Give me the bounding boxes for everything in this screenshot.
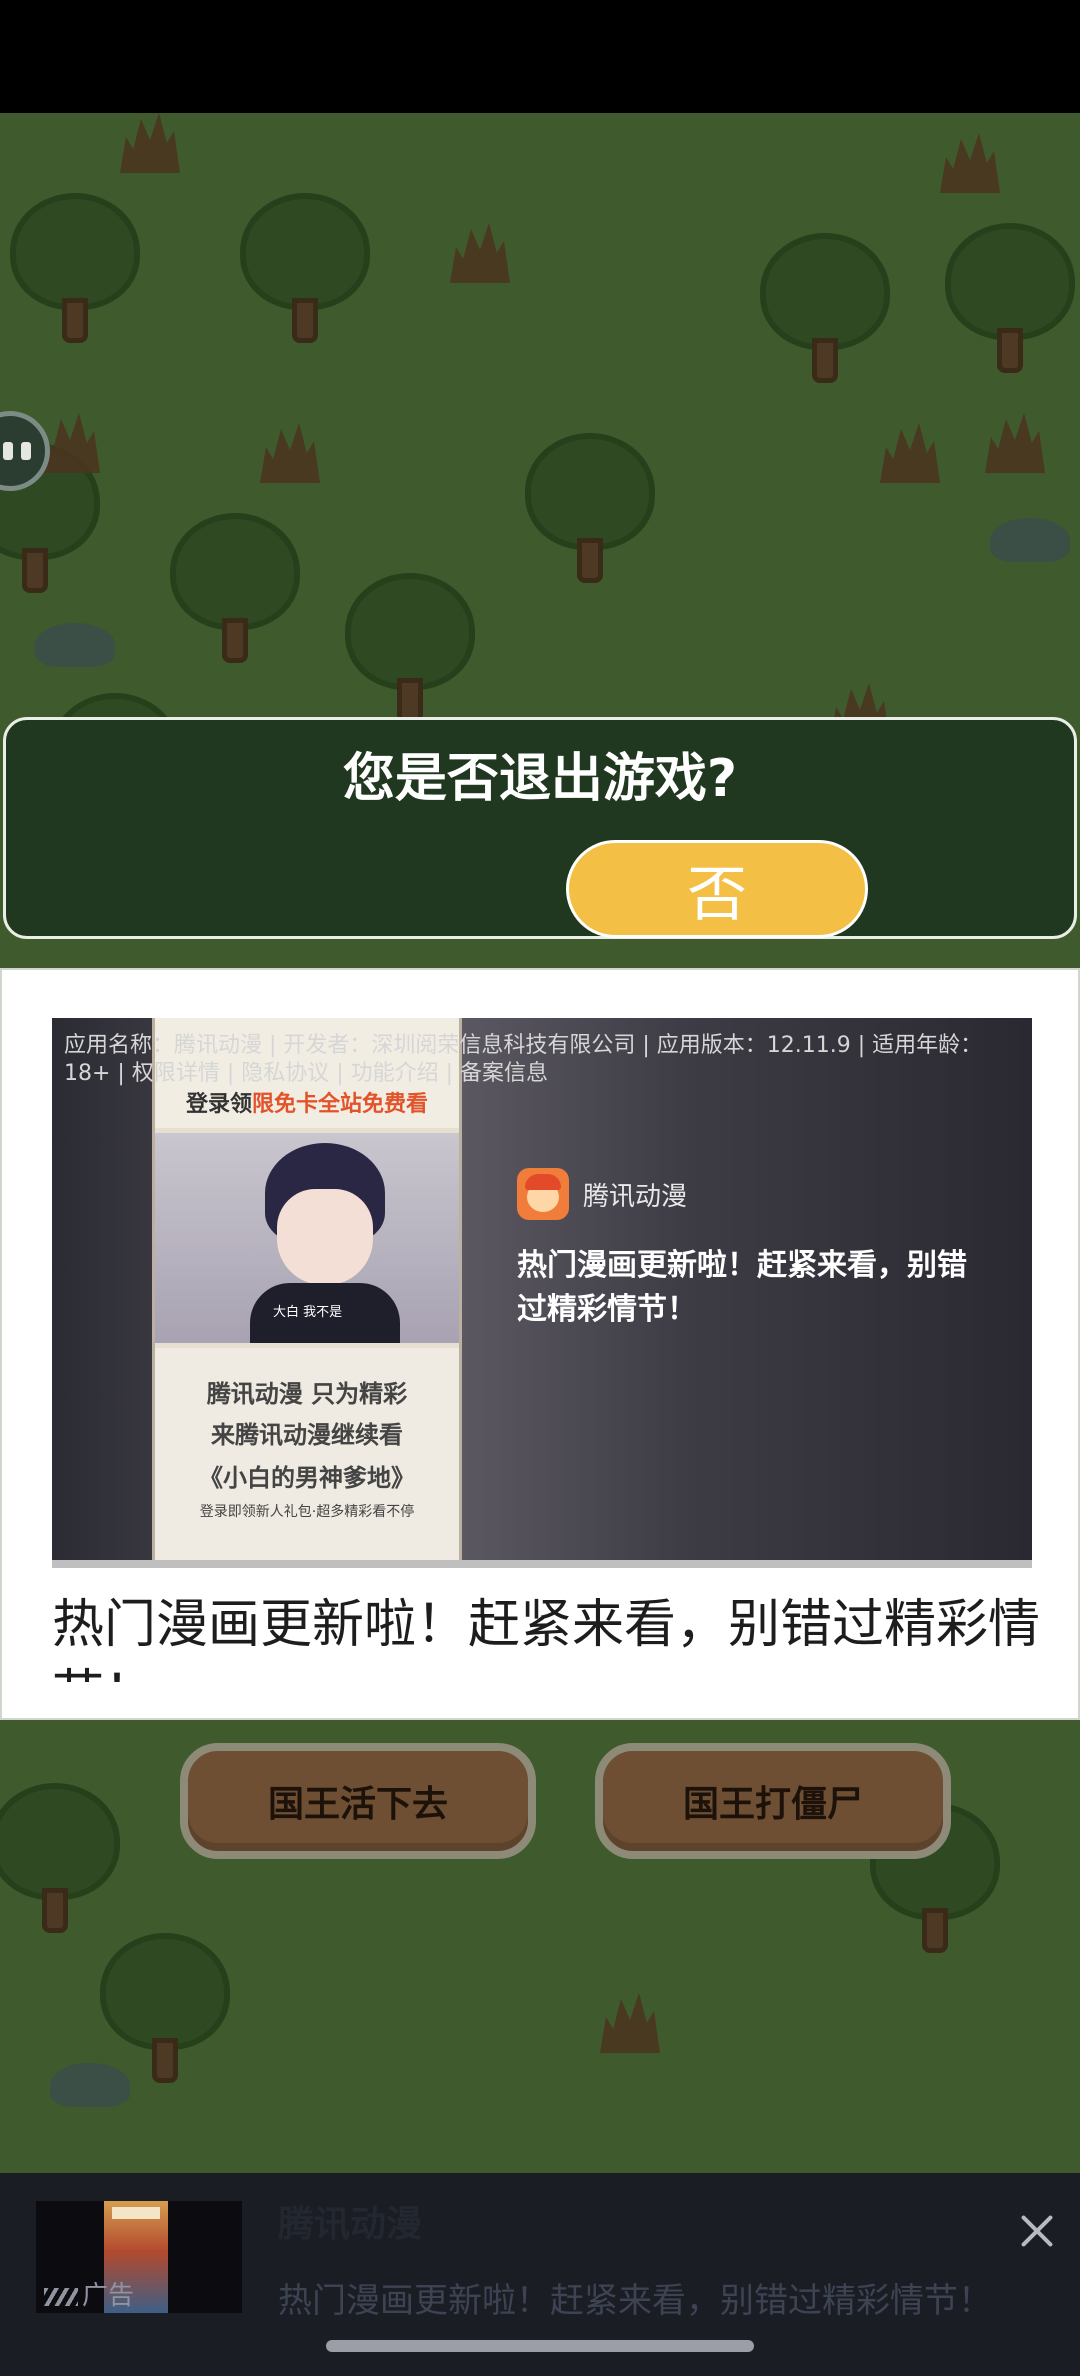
ad-media[interactable]: 登录领 限免卡全站免费看 大白 我不是 腾讯动漫 只为精彩 来腾讯动漫继续看 《小… xyxy=(52,1018,1032,1568)
stump-decoration xyxy=(260,423,320,483)
video-progress-bar xyxy=(52,1560,1032,1568)
ad-app-row: 腾讯动漫 xyxy=(517,1168,687,1220)
tree-decoration xyxy=(945,223,1075,373)
stump-decoration xyxy=(120,113,180,173)
ad-network-icon xyxy=(44,2287,78,2306)
comic-line-2: 来腾讯动漫继续看 xyxy=(211,1420,403,1449)
comic-promo-highlight: 限免卡全站免费看 xyxy=(252,1091,429,1117)
banner-title: 腾讯动漫 xyxy=(278,2204,423,2245)
comic-line-4: 登录即领新人礼包·超多精彩看不停 xyxy=(199,1504,415,1520)
tree-decoration xyxy=(525,433,655,583)
no-button[interactable]: 否 xyxy=(566,840,868,938)
ad-description: 热门漫画更新啦！赶紧来看，别错过精彩情节！ xyxy=(517,1248,967,1327)
tree-decoration xyxy=(170,513,300,663)
comic-art-caption: 大白 我不是 xyxy=(273,1305,343,1320)
game-option-button[interactable]: 国王活下去 xyxy=(180,1743,536,1859)
stump-decoration xyxy=(985,413,1045,473)
comic-title: 《小白的男神爹地》 xyxy=(199,1463,415,1492)
app-logo-icon xyxy=(517,1168,569,1220)
ad-label-text: 广告 xyxy=(82,2281,135,2311)
close-icon[interactable] xyxy=(1012,2207,1062,2257)
stump-decoration xyxy=(940,133,1000,193)
ad-label: 广告 xyxy=(44,2275,134,2312)
status-bar xyxy=(0,0,1080,113)
game-option-label: 国王活下去 xyxy=(267,1784,448,1825)
rock-decoration xyxy=(990,518,1070,562)
comic-character-art: 大白 我不是 xyxy=(155,1133,459,1343)
rock-decoration xyxy=(35,623,115,667)
comic-promo-prefix: 登录领 xyxy=(185,1091,252,1117)
tree-decoration xyxy=(0,1783,120,1933)
tree-decoration xyxy=(10,193,140,343)
tree-decoration xyxy=(100,1933,230,2083)
game-option-label: 国王打僵尸 xyxy=(682,1784,863,1825)
comic-title-block: 腾讯动漫 只为精彩 来腾讯动漫继续看 《小白的男神爹地》 登录即领新人礼包·超多… xyxy=(155,1348,459,1568)
game-option-button[interactable]: 国王打僵尸 xyxy=(595,1743,951,1859)
tree-decoration xyxy=(345,573,475,723)
exit-dialog-title: 您是否退出游戏? xyxy=(342,749,738,809)
ad-app-info[interactable]: 应用名称：腾讯动漫 | 开发者：深圳阅荣信息科技有限公司 | 应用版本：12.1… xyxy=(64,1032,1020,1088)
comic-panel: 登录领 限免卡全站免费看 大白 我不是 腾讯动漫 只为精彩 来腾讯动漫继续看 《小… xyxy=(152,1018,462,1568)
banner-description: 热门漫画更新啦！赶紧来看，别错过精彩情节！ xyxy=(278,2281,992,2321)
tree-decoration xyxy=(240,193,370,343)
tree-decoration xyxy=(760,233,890,383)
home-indicator[interactable] xyxy=(326,2340,754,2352)
stump-decoration xyxy=(600,1993,660,2053)
ad-headline[interactable]: 热门漫画更新啦！赶紧来看，别错过精彩情节！ xyxy=(52,1590,1042,1682)
no-button-label: 否 xyxy=(687,859,747,930)
ad-card[interactable]: 登录领 限免卡全站免费看 大白 我不是 腾讯动漫 只为精彩 来腾讯动漫继续看 《小… xyxy=(0,968,1080,1720)
exit-game-dialog: 您是否退出游戏? 否 xyxy=(3,717,1077,939)
stump-decoration xyxy=(450,223,510,283)
comic-line-1: 腾讯动漫 只为精彩 xyxy=(206,1379,408,1408)
ad-app-name: 腾讯动漫 xyxy=(583,1181,688,1212)
rock-decoration xyxy=(50,2063,130,2107)
stump-decoration xyxy=(880,423,940,483)
